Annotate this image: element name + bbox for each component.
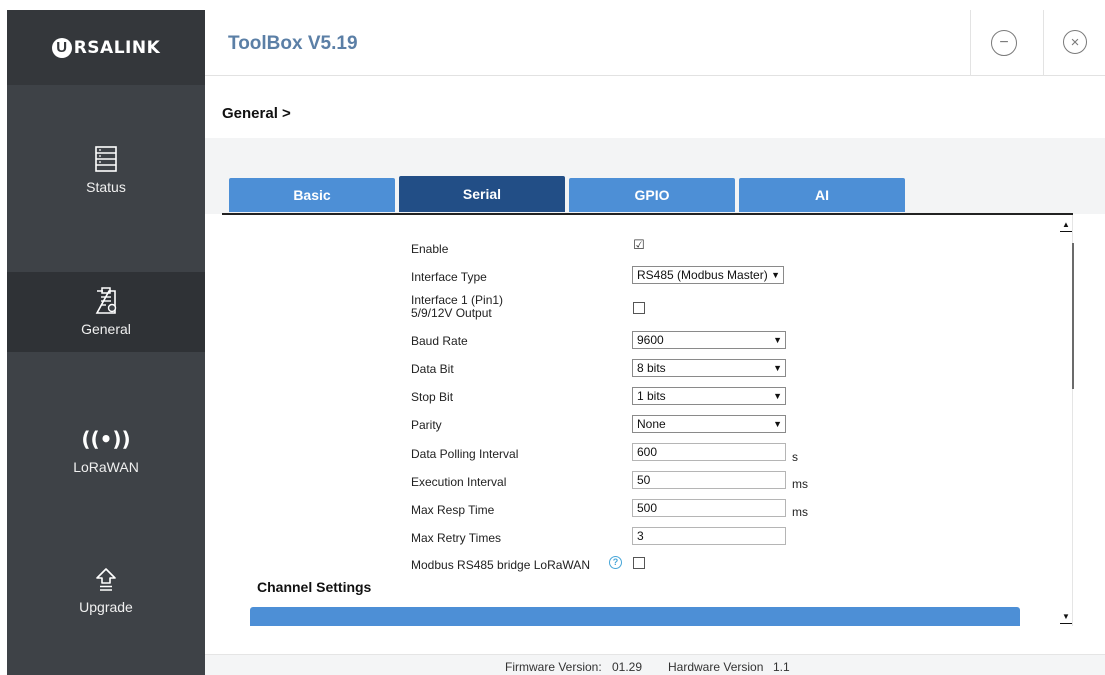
data-bit-value: 8 bits: [637, 361, 666, 375]
stop-bit-select[interactable]: 1 bits ▼: [632, 387, 786, 405]
header-divider: [1043, 10, 1044, 76]
sidebar-item-label: Upgrade: [79, 599, 133, 615]
chevron-down-icon: ▼: [773, 419, 782, 429]
interface-power-checkbox[interactable]: [633, 302, 645, 314]
sidebar-item-status[interactable]: Status: [7, 130, 205, 210]
baud-rate-select[interactable]: 9600 ▼: [632, 331, 786, 349]
tab-basic[interactable]: Basic: [229, 178, 395, 212]
parity-value: None: [637, 417, 666, 431]
baud-rate-label: Baud Rate: [411, 334, 468, 348]
modbus-bridge-checkbox[interactable]: [633, 557, 645, 569]
interface-power-label-line1: Interface 1 (Pin1): [411, 293, 504, 307]
polling-interval-input[interactable]: 600: [632, 443, 786, 461]
breadcrumb: General >: [222, 105, 291, 122]
channel-settings-title: Channel Settings: [257, 579, 372, 595]
minimize-button[interactable]: −: [991, 30, 1017, 56]
interface-power-label: Interface 1 (Pin1) 5/9/12V Output: [411, 294, 503, 320]
serial-settings-panel: Enable ☑ Interface Type RS485 (Modbus Ma…: [222, 215, 1073, 626]
header-divider: [970, 10, 971, 76]
parity-label: Parity: [411, 418, 442, 432]
polling-interval-label: Data Polling Interval: [411, 447, 519, 461]
lorawan-icon: ((•)): [81, 427, 131, 451]
firmware-value: 01.29: [612, 660, 643, 674]
interface-type-value: RS485 (Modbus Master): [637, 268, 768, 282]
data-bit-label: Data Bit: [411, 362, 454, 376]
general-icon: [92, 287, 120, 315]
max-retry-times-label: Max Retry Times: [411, 531, 502, 545]
interface-type-select[interactable]: RS485 (Modbus Master) ▼: [632, 266, 784, 284]
sidebar-item-label: LoRaWAN: [73, 459, 139, 475]
modbus-bridge-label: Modbus RS485 bridge LoRaWAN: [411, 558, 590, 572]
panel-scrollbar[interactable]: ▲ ▼: [1058, 215, 1074, 626]
polling-interval-unit: s: [792, 450, 798, 464]
sidebar-item-upgrade[interactable]: Upgrade: [7, 550, 205, 630]
help-icon[interactable]: ?: [609, 556, 622, 569]
tab-ai[interactable]: AI: [739, 178, 905, 212]
firmware-label: Firmware Version:: [505, 660, 602, 674]
parity-select[interactable]: None ▼: [632, 415, 786, 433]
execution-interval-unit: ms: [792, 477, 808, 491]
sidebar-item-lorawan[interactable]: ((•)) LoRaWAN: [7, 410, 205, 490]
chevron-down-icon: ▼: [771, 270, 780, 280]
app-title: ToolBox V5.19: [228, 33, 358, 54]
execution-interval-label: Execution Interval: [411, 475, 507, 489]
minimize-icon: −: [999, 34, 1009, 51]
sidebar-item-general[interactable]: General: [7, 272, 205, 352]
baud-rate-value: 9600: [637, 333, 664, 347]
stop-bit-value: 1 bits: [637, 389, 666, 403]
header: ToolBox V5.19 − ×: [205, 10, 1105, 76]
execution-interval-input[interactable]: 50: [632, 471, 786, 489]
data-bit-select[interactable]: 8 bits ▼: [632, 359, 786, 377]
tab-serial[interactable]: Serial: [399, 176, 565, 212]
scroll-down-icon[interactable]: ▼: [1060, 610, 1072, 624]
enable-checkbox[interactable]: ☑: [633, 238, 645, 252]
status-icon: [92, 145, 120, 173]
scrollbar-thumb[interactable]: [1072, 243, 1074, 389]
scroll-up-icon[interactable]: ▲: [1060, 218, 1072, 232]
hardware-value: 1.1: [773, 660, 790, 674]
chevron-down-icon: ▼: [773, 391, 782, 401]
max-resp-time-input[interactable]: 500: [632, 499, 786, 517]
interface-type-label: Interface Type: [411, 270, 487, 284]
close-icon: ×: [1070, 33, 1080, 51]
logo-text: RSALINK: [73, 37, 161, 58]
chevron-down-icon: ▼: [773, 335, 782, 345]
max-retry-times-input[interactable]: 3: [632, 527, 786, 545]
max-resp-time-label: Max Resp Time: [411, 503, 495, 517]
enable-label: Enable: [411, 242, 449, 256]
interface-power-label-line2: 5/9/12V Output: [411, 306, 492, 320]
logo: U RSALINK: [7, 10, 205, 85]
logo-mark: U: [51, 37, 72, 58]
tab-gpio[interactable]: GPIO: [569, 178, 735, 212]
sidebar-item-label: General: [81, 321, 131, 337]
top-band: [0, 0, 1105, 10]
sidebar-item-label: Status: [86, 179, 126, 195]
channel-table-header: [250, 607, 1020, 626]
chevron-down-icon: ▼: [773, 363, 782, 373]
upgrade-icon: [92, 565, 120, 593]
close-button[interactable]: ×: [1063, 30, 1087, 54]
hardware-label: Hardware Version: [668, 660, 764, 674]
sidebar: U RSALINK Status General ((•)) LoRaWAN U…: [7, 10, 205, 675]
max-resp-time-unit: ms: [792, 505, 808, 519]
footer: Firmware Version: 01.29 Hardware Version…: [205, 654, 1105, 675]
stop-bit-label: Stop Bit: [411, 390, 454, 404]
